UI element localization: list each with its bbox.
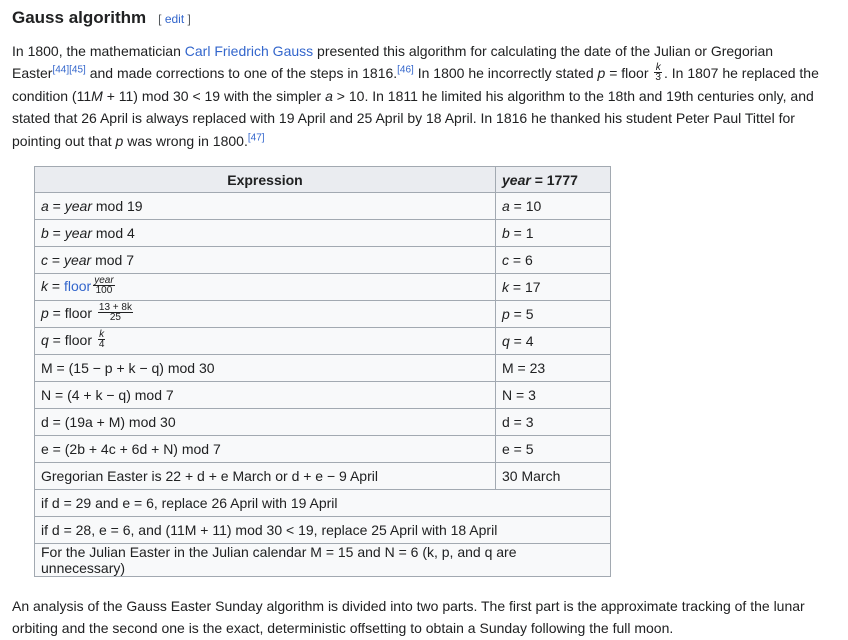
fraction-13-8k-over-25: 13 + 8k 25 — [97, 301, 133, 323]
value-cell: e = 5 — [495, 435, 611, 464]
gauss-table: Expression year = 1777 a = year mod 19 a… — [34, 166, 611, 578]
section-title: Gauss algorithm — [12, 8, 147, 27]
edit-section: [ edit ] — [158, 12, 191, 26]
header-year: year = 1777 — [495, 166, 611, 194]
expression-cell: d = (19a + M) mod 30 — [34, 408, 496, 437]
table-row: b = year mod 4 b = 1 — [34, 219, 611, 248]
value-cell: d = 3 — [495, 408, 611, 437]
table-row: Gregorian Easter is 22 + d + e March or … — [34, 462, 611, 491]
table-row: if d = 29 and e = 6, replace 26 April wi… — [34, 489, 611, 518]
value-cell: p = 5 — [495, 300, 611, 329]
rule-cell: if d = 29 and e = 6, replace 26 April wi… — [34, 489, 611, 518]
analysis-paragraph: An analysis of the Gauss Easter Sunday a… — [12, 598, 805, 637]
intro-paragraph: In 1800, the mathematician Carl Friedric… — [12, 43, 819, 149]
table-row: if d = 28, e = 6, and (11M + 11) mod 30 … — [34, 516, 611, 545]
expression-cell: p = floor 13 + 8k 25 — [34, 300, 496, 329]
value-cell: 30 March — [495, 462, 611, 491]
expression-cell: e = (2b + 4c + 6d + N) mod 7 — [34, 435, 496, 464]
expression-cell: b = year mod 4 — [34, 219, 496, 248]
value-cell: k = 17 — [495, 273, 611, 302]
table-row: k = floor year 100 k = 17 — [34, 273, 611, 302]
expression-cell: N = (4 + k − q) mod 7 — [34, 381, 496, 410]
value-cell: M = 23 — [495, 354, 611, 383]
rule-cell: For the Julian Easter in the Julian cale… — [34, 543, 611, 578]
table-row: c = year mod 7 c = 6 — [34, 246, 611, 275]
rule-cell: if d = 28, e = 6, and (11M + 11) mod 30 … — [34, 516, 611, 545]
value-cell: a = 10 — [495, 192, 611, 221]
article-section: Gauss algorithm [ edit ] In 1800, the mat… — [0, 0, 848, 640]
fraction-year-over-100: year 100 — [93, 274, 115, 296]
section-heading: Gauss algorithm [ edit ] — [12, 6, 836, 29]
table-row: N = (4 + k − q) mod 7 N = 3 — [34, 381, 611, 410]
expression-cell: c = year mod 7 — [34, 246, 496, 275]
floor-link[interactable]: floor — [64, 278, 91, 294]
ref-45[interactable]: [45] — [69, 65, 86, 76]
table-row: For the Julian Easter in the Julian cale… — [34, 543, 611, 578]
table-row: p = floor 13 + 8k 25 p = 5 — [34, 300, 611, 329]
table-row: M = (15 − p + k − q) mod 30 M = 23 — [34, 354, 611, 383]
value-cell: q = 4 — [495, 327, 611, 356]
expression-cell: a = year mod 19 — [34, 192, 496, 221]
ref-47[interactable]: [47] — [248, 132, 265, 143]
table-row: a = year mod 19 a = 10 — [34, 192, 611, 221]
ref-44[interactable]: [44] — [52, 65, 69, 76]
table-row: e = (2b + 4c + 6d + N) mod 7 e = 5 — [34, 435, 611, 464]
expression-cell: k = floor year 100 — [34, 273, 496, 302]
edit-link[interactable]: edit — [165, 12, 184, 26]
ref-46[interactable]: [46] — [397, 65, 414, 76]
expression-cell: Gregorian Easter is 22 + d + e March or … — [34, 462, 496, 491]
table-row: d = (19a + M) mod 30 d = 3 — [34, 408, 611, 437]
expression-cell: M = (15 − p + k − q) mod 30 — [34, 354, 496, 383]
fraction-k-over-3: k3 — [654, 62, 662, 84]
value-cell: N = 3 — [495, 381, 611, 410]
gauss-link[interactable]: Carl Friedrich Gauss — [185, 43, 313, 59]
expression-cell: q = floor k4 — [34, 327, 496, 356]
table-row: q = floor k4 q = 4 — [34, 327, 611, 356]
fraction-k-over-4: k4 — [97, 328, 106, 350]
header-expression: Expression — [34, 166, 496, 194]
table-header-row: Expression year = 1777 — [34, 166, 611, 194]
value-cell: c = 6 — [495, 246, 611, 275]
value-cell: b = 1 — [495, 219, 611, 248]
